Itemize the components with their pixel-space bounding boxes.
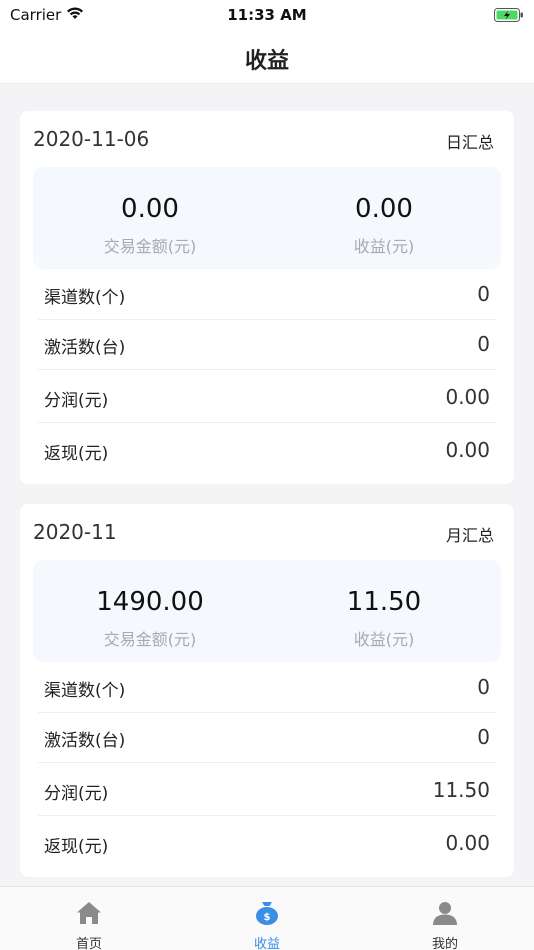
tab-mine-label: 我的 [431,937,458,950]
daily-summary-card: 2020-11-06 日汇总 0.00 交易金额(元) 0.00 收益(元) 渠… [20,111,514,484]
transaction-amount-block: 0.00 交易金额(元) [33,167,267,269]
card-date: 2020-11 [33,520,117,544]
tab-home-label: 首页 [75,937,102,950]
svg-text:$: $ [264,912,271,923]
row-label: 返现(元) [44,837,109,857]
monthly-summary-card: 2020-11 月汇总 1490.00 交易金额(元) 11.50 收益(元) … [20,504,514,877]
earnings-content[interactable]: 2020-11-06 日汇总 0.00 交易金额(元) 0.00 收益(元) 渠… [0,84,534,886]
status-bar: Carrier 11:33 AM [0,0,534,30]
tab-earnings[interactable]: $ 收益 [207,887,327,950]
battery-icon [494,8,524,26]
row-label: 返现(元) [44,444,109,464]
earnings-label: 收益(元) [353,237,415,256]
page-title: 收益 [244,49,289,74]
row-value: 0.00 [445,831,490,855]
row-label: 激活数(台) [44,338,126,358]
row-profit-share: 分润(元) 11.50 [38,767,496,816]
row-label: 渠道数(个) [44,288,126,308]
row-value: 0 [477,725,490,749]
transaction-amount-value: 0.00 [121,194,179,224]
row-label: 渠道数(个) [44,681,126,701]
home-icon [75,899,103,927]
row-activation-count: 激活数(台) 0 [38,714,496,763]
earnings-label: 收益(元) [353,630,415,649]
row-label: 分润(元) [44,784,109,804]
row-cashback: 返现(元) 0.00 [38,820,496,869]
tab-mine[interactable]: 我的 [385,887,505,950]
earnings-block: 0.00 收益(元) [267,167,501,269]
row-profit-share: 分润(元) 0.00 [38,374,496,423]
earnings-value: 0.00 [355,194,413,224]
period-label: 日汇总 [445,133,494,152]
earnings-block: 11.50 收益(元) [267,560,501,662]
tab-home[interactable]: 首页 [29,887,149,950]
money-bag-icon: $ [253,899,281,927]
summary-panel: 0.00 交易金额(元) 0.00 收益(元) [33,167,501,269]
status-time: 11:33 AM [227,6,307,24]
row-label: 分润(元) [44,391,109,411]
person-icon [431,899,459,927]
transaction-amount-block: 1490.00 交易金额(元) [33,560,267,662]
row-cashback: 返现(元) 0.00 [38,427,496,476]
row-value: 0.00 [445,385,490,409]
tab-earnings-label: 收益 [253,937,280,950]
transaction-amount-value: 1490.00 [96,587,204,617]
row-value: 11.50 [432,778,490,802]
tab-bar: 首页 $ 收益 我的 [0,886,534,950]
transaction-amount-label: 交易金额(元) [103,630,197,649]
row-activation-count: 激活数(台) 0 [38,321,496,370]
row-channel-count: 渠道数(个) 0 [38,664,496,713]
period-label: 月汇总 [445,526,494,545]
row-value: 0.00 [445,438,490,462]
summary-panel: 1490.00 交易金额(元) 11.50 收益(元) [33,560,501,662]
row-value: 0 [477,332,490,356]
nav-bar: 收益 [0,30,534,84]
card-date: 2020-11-06 [33,127,150,151]
row-value: 0 [477,282,490,306]
earnings-value: 11.50 [346,587,422,617]
row-value: 0 [477,675,490,699]
row-channel-count: 渠道数(个) 0 [38,271,496,320]
row-label: 激活数(台) [44,731,126,751]
transaction-amount-label: 交易金额(元) [103,237,197,256]
